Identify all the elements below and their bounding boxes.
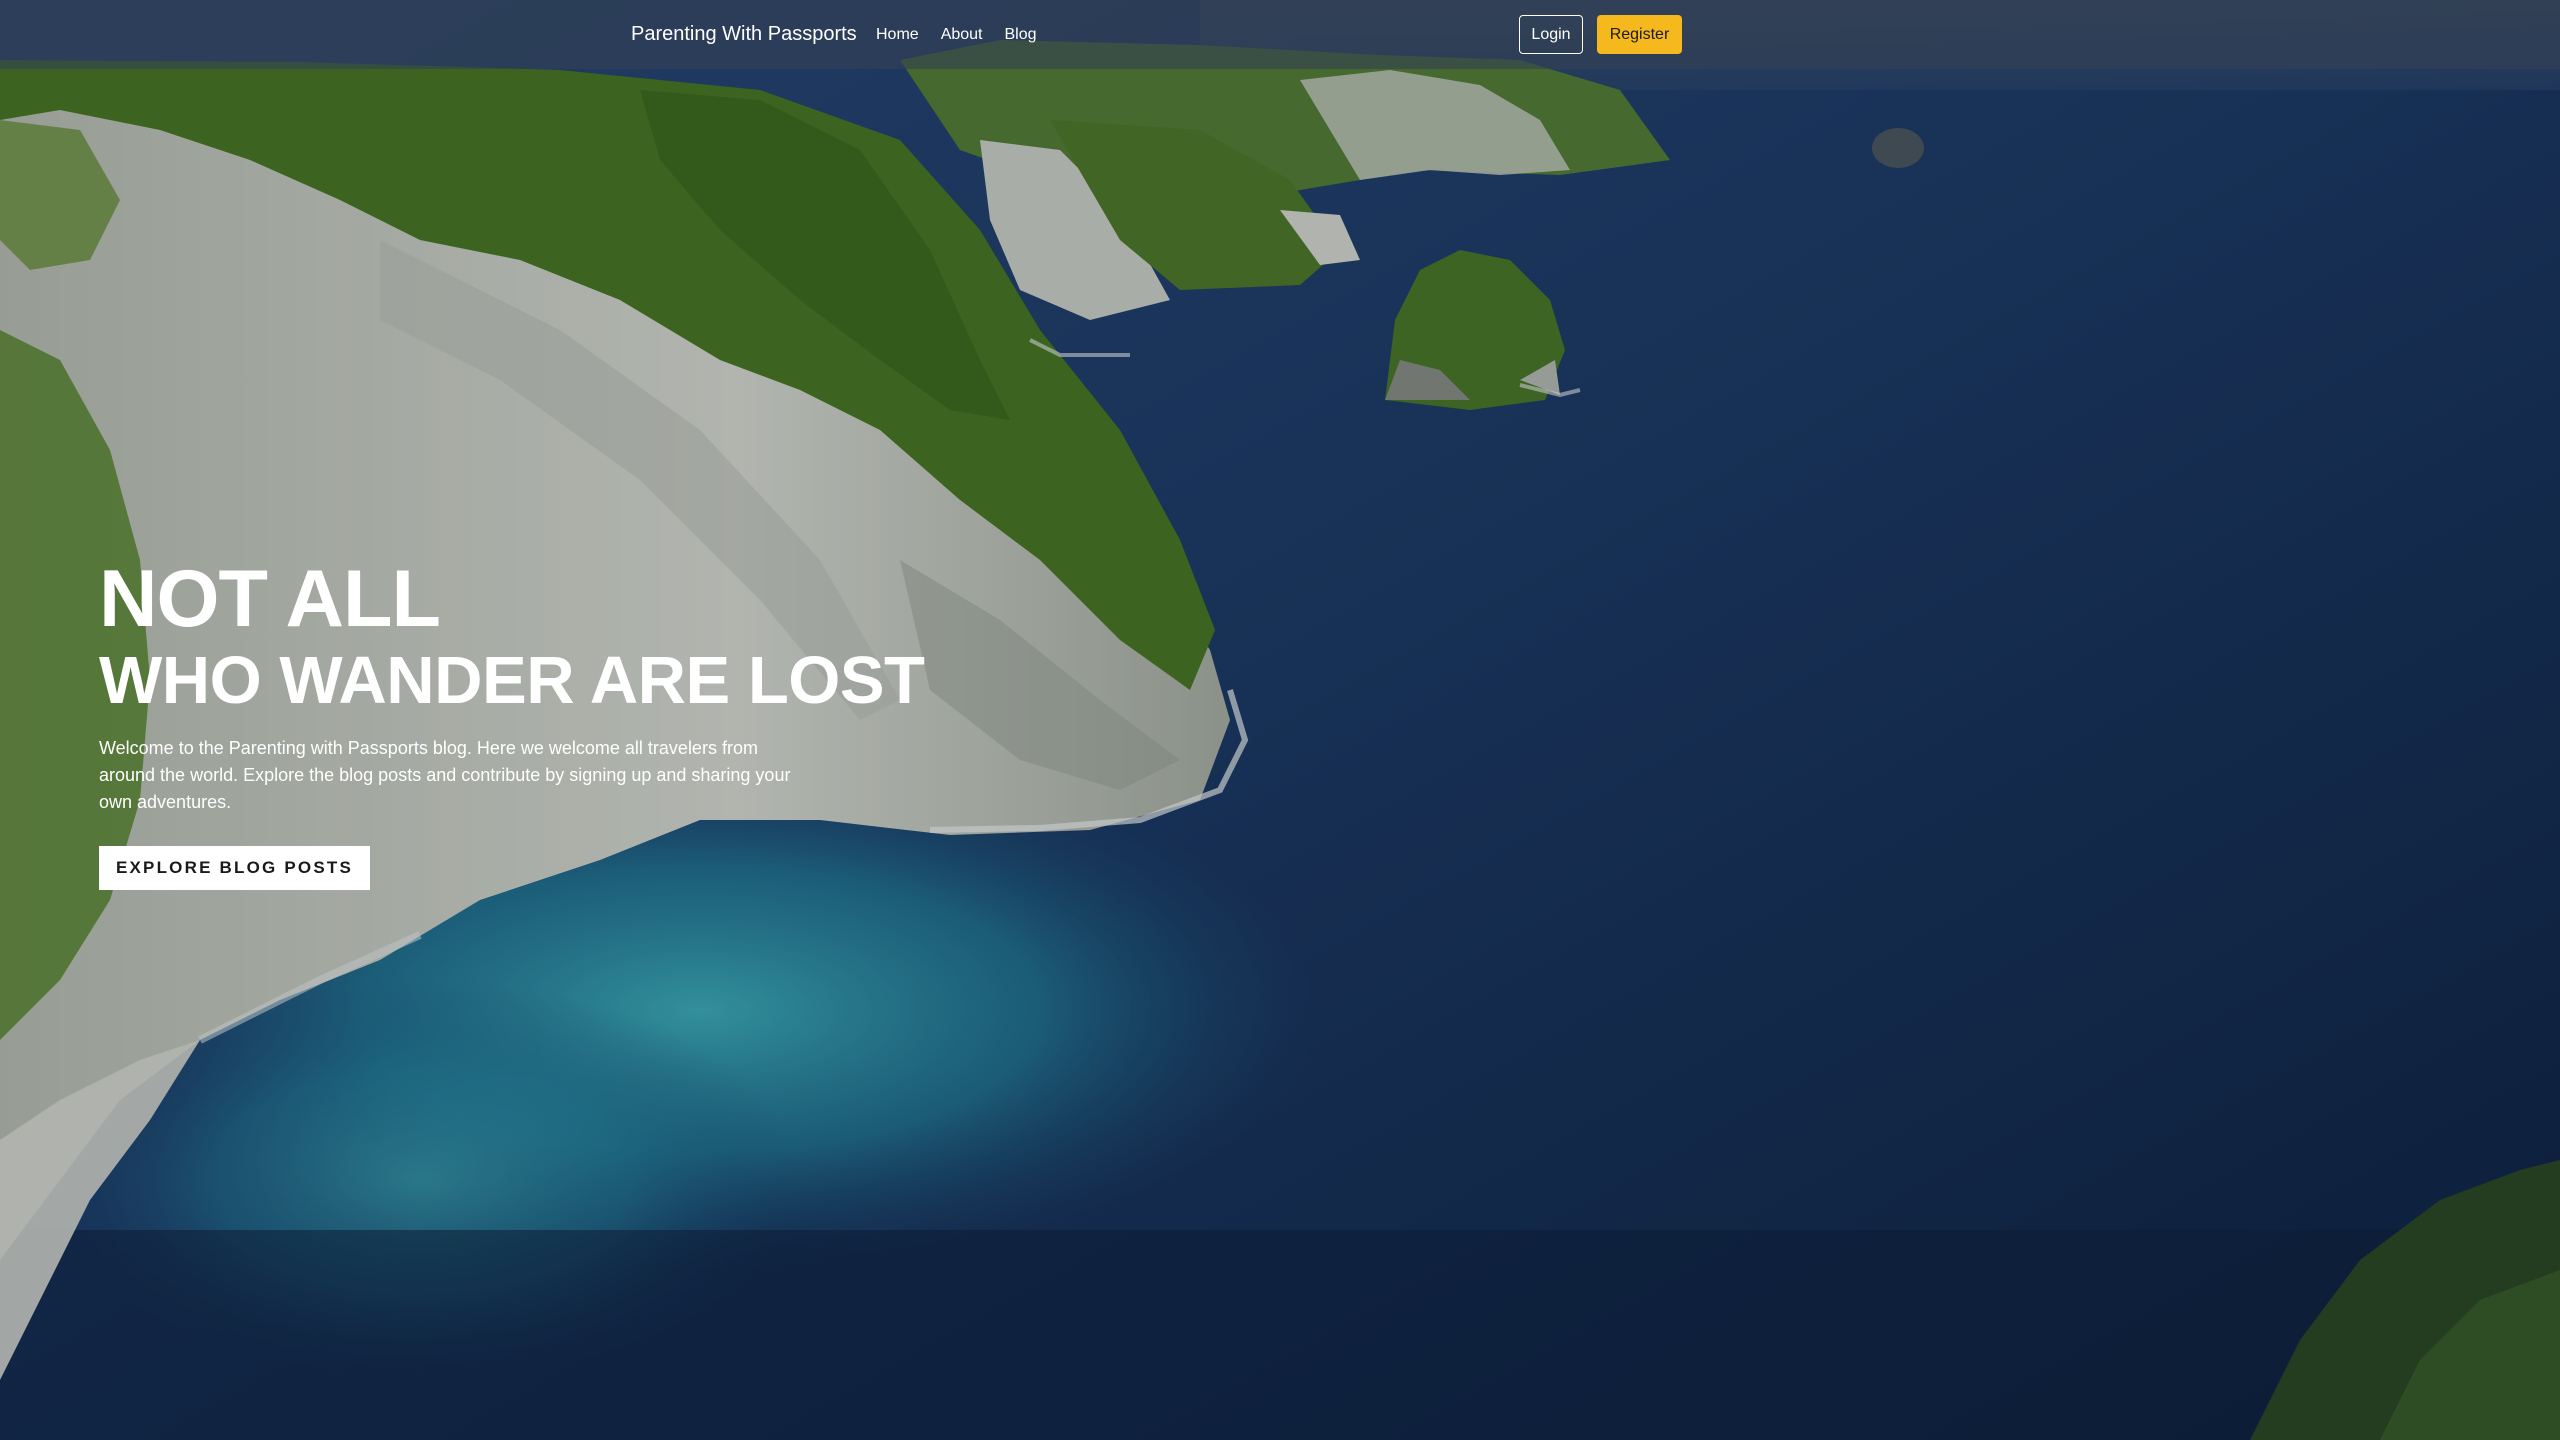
hero-content: NOT ALL WHO WANDER ARE LOST Welcome to t… [99,554,925,890]
page: Parenting With Passports Home About Blog… [0,0,2560,1440]
nav-links: Home About Blog [876,0,1037,69]
hero-title-line-2: WHO WANDER ARE LOST [99,643,925,718]
explore-blog-posts-button[interactable]: EXPLORE BLOG POSTS [99,846,370,890]
register-button[interactable]: Register [1597,15,1682,54]
nav-link-home[interactable]: Home [876,26,919,44]
nav-link-about[interactable]: About [941,26,983,44]
login-button[interactable]: Login [1519,15,1583,54]
hero-title-line-1: NOT ALL [99,554,441,644]
navbar: Parenting With Passports Home About Blog… [0,0,2560,69]
hero-description: Welcome to the Parenting with Passports … [99,738,791,812]
brand-link[interactable]: Parenting With Passports [631,0,857,69]
nav-link-blog[interactable]: Blog [1005,26,1037,44]
